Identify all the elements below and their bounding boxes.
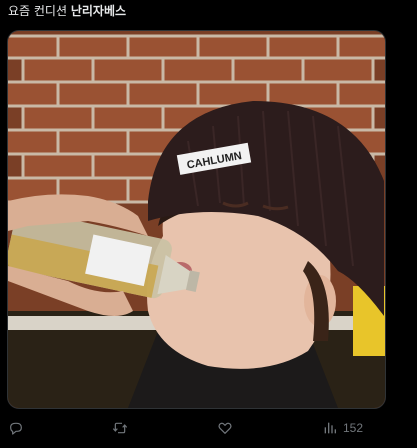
reply-button[interactable] [8, 417, 24, 439]
like-button[interactable] [217, 417, 233, 439]
heart-icon [218, 422, 232, 434]
reply-icon [10, 422, 22, 435]
views-icon [324, 422, 336, 434]
views-button[interactable]: 152 [322, 417, 363, 439]
retweet-icon [112, 422, 128, 434]
tweet-text: 요즘 컨디션 난리자베스 [8, 3, 408, 21]
retweet-button[interactable] [112, 417, 128, 439]
tweet-actions: 152 [0, 413, 417, 443]
views-count: 152 [343, 421, 364, 435]
tweet-text-plain: 요즘 컨디션 [8, 4, 71, 18]
tweet-photo[interactable]: CAHLUMN [7, 30, 386, 409]
tweet-text-bold: 난리자베스 [70, 4, 127, 18]
